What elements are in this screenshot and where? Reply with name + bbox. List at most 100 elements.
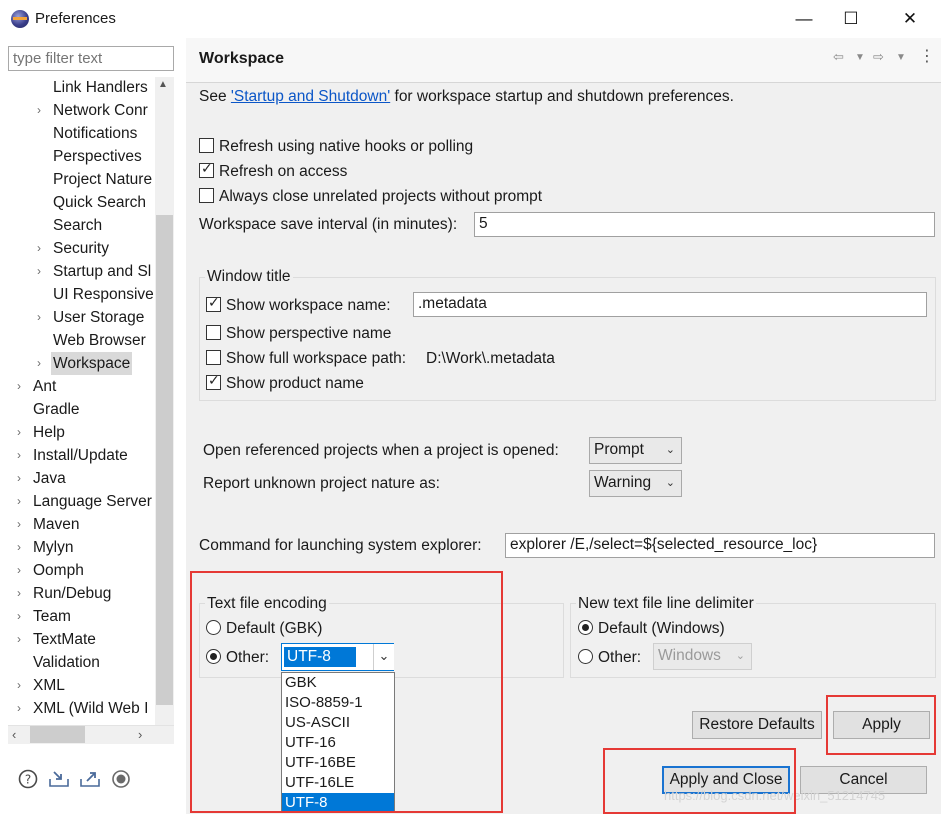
delimiter-combo[interactable]: Windows ⌄: [653, 643, 752, 670]
refresh-access-checkbox[interactable]: [199, 160, 214, 178]
sidebar-item[interactable]: › TextMate: [0, 628, 155, 651]
command-input[interactable]: explorer /E,/select=${selected_resource_…: [505, 533, 935, 558]
show-perspective-option[interactable]: Show perspective name: [206, 325, 391, 343]
maximize-button[interactable]: ☐: [828, 4, 874, 34]
expand-chevron-icon[interactable]: ›: [17, 467, 21, 490]
save-interval-input[interactable]: 5: [474, 212, 935, 237]
expand-chevron-icon[interactable]: ›: [17, 697, 21, 720]
sidebar-item[interactable]: Search: [0, 214, 155, 237]
expand-chevron-icon[interactable]: ›: [17, 628, 21, 651]
sidebar-item[interactable]: › Help: [0, 421, 155, 444]
sidebar-item[interactable]: › Network Conr: [0, 99, 155, 122]
view-menu-icon[interactable]: ⋮: [919, 46, 935, 66]
show-workspace-name-option[interactable]: Show workspace name:: [206, 294, 391, 315]
expand-chevron-icon[interactable]: ›: [37, 237, 41, 260]
sidebar-item[interactable]: Perspectives: [0, 145, 155, 168]
scroll-left-icon[interactable]: ‹: [12, 727, 16, 742]
sidebar-item[interactable]: › Ant: [0, 375, 155, 398]
expand-chevron-icon[interactable]: ›: [17, 513, 21, 536]
sidebar-item[interactable]: › XML (Wild Web I: [0, 697, 155, 720]
forward-menu-chevron-icon[interactable]: ▼: [896, 52, 906, 63]
delimiter-other-option[interactable]: Other:: [578, 649, 641, 667]
expand-chevron-icon[interactable]: ›: [17, 444, 21, 467]
sidebar-item[interactable]: › User Storage: [0, 306, 155, 329]
refresh-access-option[interactable]: Refresh on access: [199, 160, 348, 181]
sidebar-item[interactable]: › Startup and Sl: [0, 260, 155, 283]
back-icon[interactable]: ⇦: [833, 49, 844, 65]
sidebar-item[interactable]: Web Browser: [0, 329, 155, 352]
show-full-path-checkbox[interactable]: [206, 350, 221, 365]
refresh-native-option[interactable]: Refresh using native hooks or polling: [199, 138, 473, 156]
show-product-option[interactable]: Show product name: [206, 372, 364, 393]
scroll-right-icon[interactable]: ›: [138, 727, 142, 742]
restore-defaults-button[interactable]: Restore Defaults: [692, 711, 822, 739]
tree-horizontal-scroll-thumb[interactable]: [30, 726, 85, 743]
workspace-name-input[interactable]: .metadata: [413, 292, 927, 317]
sidebar-item[interactable]: › Install/Update: [0, 444, 155, 467]
sidebar-item[interactable]: › Team: [0, 605, 155, 628]
show-perspective-checkbox[interactable]: [206, 325, 221, 340]
scroll-up-icon[interactable]: ▲: [158, 79, 168, 90]
import-icon[interactable]: [48, 768, 70, 790]
close-button[interactable]: ✕: [887, 4, 933, 34]
sidebar-item[interactable]: › Language Server: [0, 490, 155, 513]
expand-chevron-icon[interactable]: ›: [17, 674, 21, 697]
sidebar-item[interactable]: Notifications: [0, 122, 155, 145]
expand-chevron-icon[interactable]: ›: [17, 605, 21, 628]
expand-chevron-icon[interactable]: ›: [17, 536, 21, 559]
startup-info-text: See 'Startup and Shutdown' for workspace…: [199, 88, 734, 106]
expand-chevron-icon[interactable]: ›: [17, 582, 21, 605]
save-interval-label: Workspace save interval (in minutes):: [199, 216, 458, 233]
delimiter-value: Windows: [658, 647, 721, 664]
filter-input[interactable]: [8, 46, 174, 71]
sidebar-item[interactable]: Quick Search: [0, 191, 155, 214]
record-icon[interactable]: [110, 768, 132, 790]
show-workspace-name-label: Show workspace name:: [226, 297, 391, 314]
expand-chevron-icon[interactable]: ›: [17, 559, 21, 582]
minimize-button[interactable]: —: [781, 4, 827, 34]
forward-icon[interactable]: ⇨: [873, 49, 884, 65]
expand-chevron-icon[interactable]: ›: [17, 375, 21, 398]
sidebar-item[interactable]: UI Responsive: [0, 283, 155, 306]
tree-vertical-scroll-thumb[interactable]: [156, 215, 173, 705]
sidebar-item[interactable]: › Maven: [0, 513, 155, 536]
delimiter-default-option[interactable]: Default (Windows): [578, 620, 725, 638]
report-nature-combo[interactable]: Warning ⌄: [589, 470, 682, 497]
sidebar-item[interactable]: Link Handlers: [0, 76, 155, 99]
sidebar-item[interactable]: Validation: [0, 651, 155, 674]
show-workspace-name-checkbox[interactable]: [206, 294, 221, 312]
delimiter-group-label: New text file line delimiter: [576, 595, 756, 613]
sidebar-item[interactable]: › XML: [0, 674, 155, 697]
startup-shutdown-link[interactable]: 'Startup and Shutdown': [231, 88, 390, 105]
sidebar-item[interactable]: › Oomph: [0, 559, 155, 582]
delimiter-other-radio[interactable]: [578, 649, 593, 664]
expand-chevron-icon[interactable]: ›: [17, 421, 21, 444]
open-referenced-combo[interactable]: Prompt ⌄: [589, 437, 682, 464]
expand-chevron-icon[interactable]: ›: [37, 99, 41, 122]
refresh-native-checkbox[interactable]: [199, 138, 214, 153]
expand-chevron-icon[interactable]: ›: [37, 352, 41, 375]
show-product-checkbox[interactable]: [206, 372, 221, 390]
sidebar-item[interactable]: Project Nature: [0, 168, 155, 191]
always-close-checkbox[interactable]: [199, 188, 214, 203]
sidebar-item[interactable]: › Mylyn: [0, 536, 155, 559]
sidebar-item[interactable]: › Security: [0, 237, 155, 260]
always-close-option[interactable]: Always close unrelated projects without …: [199, 188, 542, 206]
sidebar-item[interactable]: › Workspace: [0, 352, 155, 375]
sidebar-item[interactable]: › Run/Debug: [0, 582, 155, 605]
eclipse-app-icon: [11, 10, 29, 28]
open-referenced-label: Open referenced projects when a project …: [203, 442, 559, 459]
delimiter-default-radio[interactable]: [578, 620, 593, 635]
sidebar-item[interactable]: › Java: [0, 467, 155, 490]
expand-chevron-icon[interactable]: ›: [37, 306, 41, 329]
see-prefix: See: [199, 88, 231, 105]
expand-chevron-icon[interactable]: ›: [37, 260, 41, 283]
back-menu-chevron-icon[interactable]: ▼: [855, 52, 865, 63]
help-icon[interactable]: ?: [17, 768, 39, 790]
export-icon[interactable]: [79, 768, 101, 790]
refresh-access-label: Refresh on access: [219, 163, 348, 180]
sidebar-item[interactable]: Gradle: [0, 398, 155, 421]
show-full-path-option[interactable]: Show full workspace path:: [206, 350, 406, 368]
expand-chevron-icon[interactable]: ›: [17, 490, 21, 513]
sidebar-item-label: XML (Wild Web I: [33, 700, 149, 717]
